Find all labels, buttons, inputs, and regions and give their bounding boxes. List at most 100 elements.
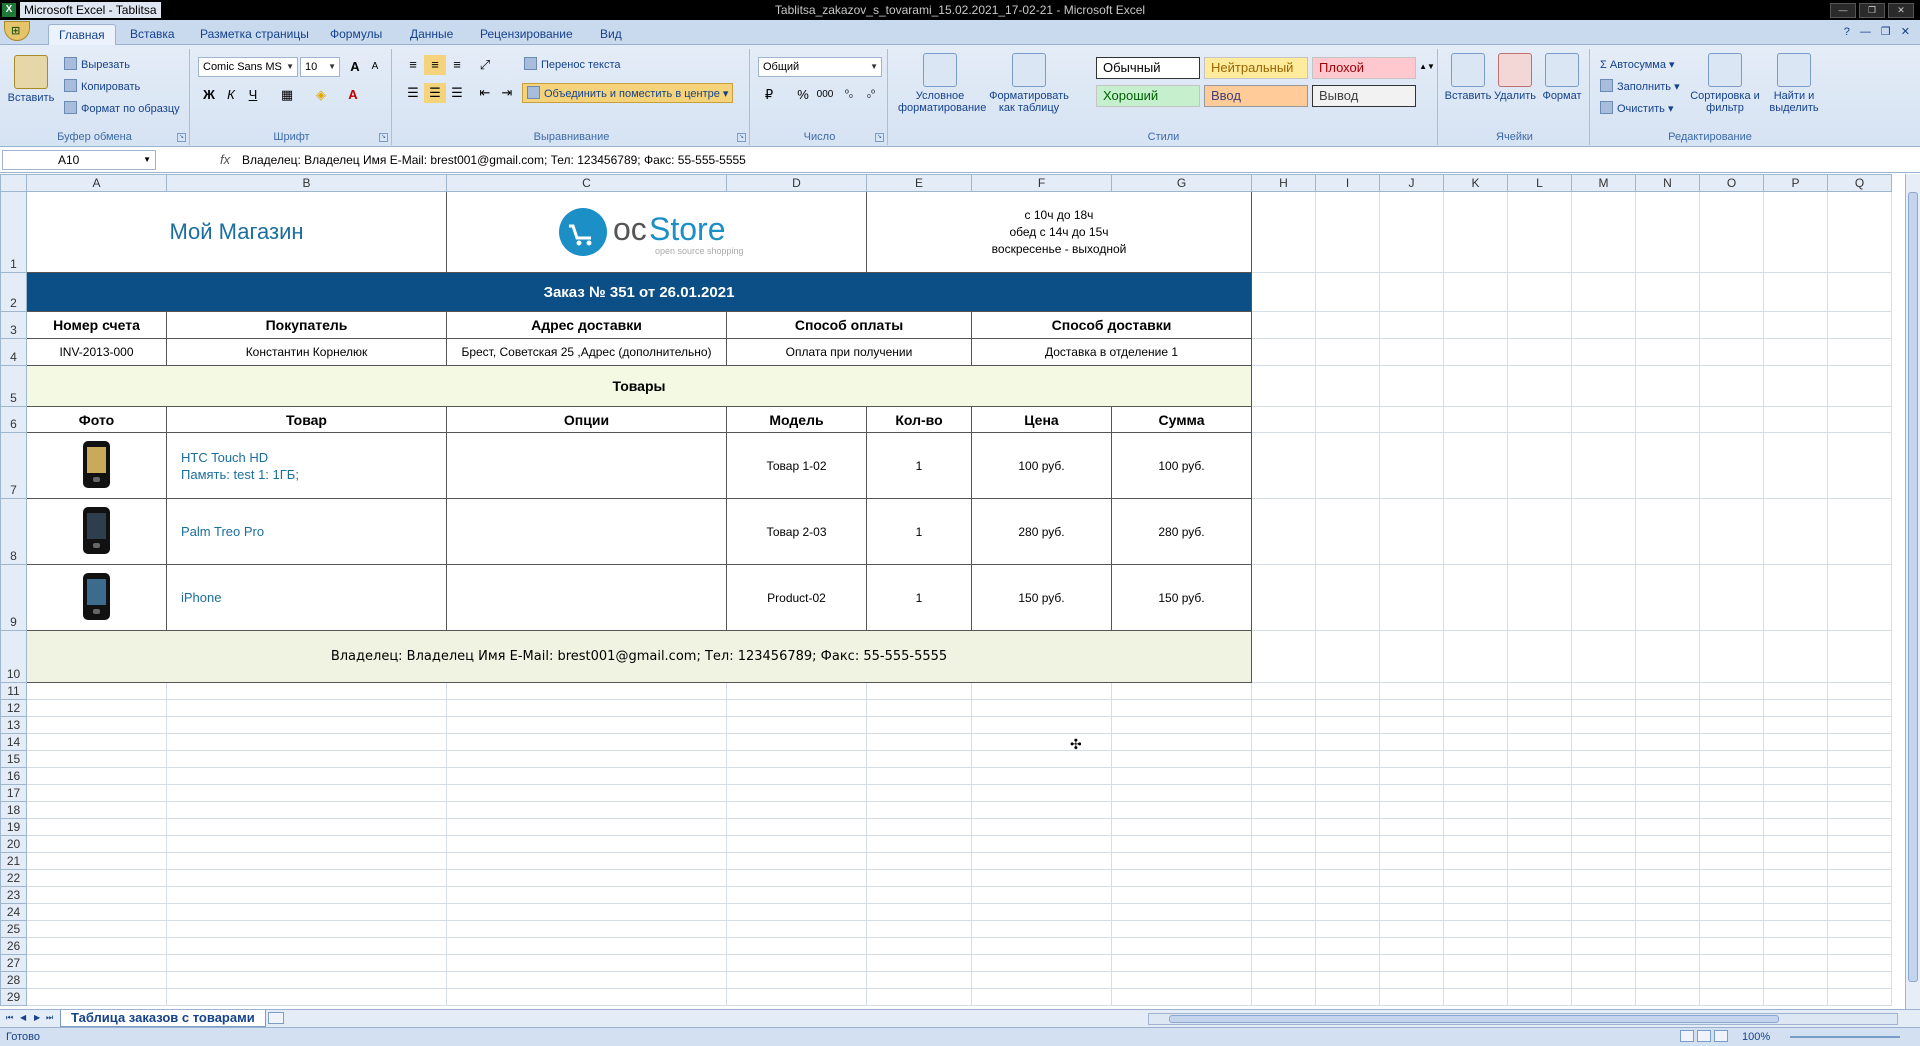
row-header[interactable]: 15 [0, 750, 27, 768]
align-right-icon[interactable]: ☰ [446, 83, 468, 103]
next-sheet-icon[interactable]: ▶ [34, 1013, 40, 1022]
style-normal[interactable]: Обычный [1096, 57, 1200, 79]
alignment-launcher-icon[interactable]: ↘ [737, 133, 746, 142]
row-header[interactable]: 8 [0, 498, 27, 565]
page-layout-view-icon[interactable] [1697, 1030, 1711, 1042]
column-header[interactable]: M [1571, 174, 1636, 192]
page-break-view-icon[interactable] [1714, 1030, 1728, 1042]
fill-color-icon[interactable]: ◈ [310, 85, 332, 105]
options-cell[interactable] [446, 432, 727, 499]
autosum-button[interactable]: Σ Автосумма ▾ [1600, 55, 1675, 75]
font-launcher-icon[interactable]: ↘ [379, 133, 388, 142]
borders-icon[interactable]: ▦ [276, 85, 298, 105]
column-header[interactable]: P [1763, 174, 1828, 192]
options-cell[interactable] [446, 498, 727, 565]
doc-close-icon[interactable]: ✕ [1901, 26, 1910, 38]
clear-button[interactable]: Очистить ▾ [1600, 99, 1673, 119]
clipboard-launcher-icon[interactable]: ↘ [177, 133, 186, 142]
shrink-font-button[interactable]: A [364, 57, 386, 77]
goods-header[interactable]: Цена [971, 406, 1112, 433]
product-total[interactable]: 280 руб. [1111, 498, 1252, 565]
insert-cells-button[interactable]: Вставить [1444, 53, 1492, 102]
row-header[interactable]: 20 [0, 835, 27, 853]
underline-button[interactable]: Ч [242, 85, 264, 105]
column-header[interactable]: C [446, 174, 727, 192]
font-color-icon[interactable]: A [342, 85, 364, 105]
goods-header[interactable]: Сумма [1111, 406, 1252, 433]
style-output[interactable]: Вывод [1312, 85, 1416, 107]
column-header[interactable]: H [1251, 174, 1316, 192]
number-launcher-icon[interactable]: ↘ [875, 133, 884, 142]
product-total[interactable]: 100 руб. [1111, 432, 1252, 499]
info-header[interactable]: Способ оплаты [726, 311, 972, 339]
cut-button[interactable]: Вырезать [64, 55, 130, 75]
align-bottom-icon[interactable]: ≡ [446, 55, 468, 75]
formula-input[interactable]: Владелец: Владелец Имя E-Mail: brest001@… [242, 150, 1902, 170]
column-header[interactable]: Q [1827, 174, 1892, 192]
currency-icon[interactable]: ₽ [758, 85, 780, 105]
row-header[interactable]: 18 [0, 801, 27, 819]
row-header[interactable]: 24 [0, 903, 27, 921]
column-header[interactable]: B [166, 174, 447, 192]
style-input[interactable]: Ввод [1204, 85, 1308, 107]
help-icon[interactable]: ? [1844, 26, 1850, 38]
font-name-select[interactable]: Comic Sans MS ▼ [198, 57, 298, 77]
row-header[interactable]: 29 [0, 988, 27, 1006]
last-sheet-icon[interactable]: ⏭ [46, 1013, 53, 1023]
row-header[interactable]: 10 [0, 630, 27, 683]
styles-scroll-icon[interactable]: ▲▼ [1416, 57, 1438, 77]
row-header[interactable]: 26 [0, 937, 27, 955]
row-header[interactable]: 28 [0, 971, 27, 989]
product-qty[interactable]: 1 [866, 432, 972, 499]
row-header[interactable]: 13 [0, 716, 27, 734]
increase-indent-icon[interactable]: ⇥ [496, 83, 518, 103]
order-title[interactable]: Заказ № 351 от 26.01.2021 [26, 272, 1252, 312]
insert-sheet-icon[interactable] [268, 1012, 284, 1024]
conditional-formatting-button[interactable]: Условное форматирование [898, 53, 986, 114]
style-bad[interactable]: Плохой [1312, 57, 1416, 79]
tab-data[interactable]: Данные [400, 24, 463, 45]
format-cells-button[interactable]: Формат [1538, 53, 1586, 102]
row-header[interactable]: 17 [0, 784, 27, 802]
name-box[interactable]: A10 ▼ [2, 150, 156, 170]
doc-minimize-icon[interactable]: — [1860, 26, 1871, 38]
decrease-decimal-icon[interactable]: ₀⁰ [860, 85, 882, 105]
paste-button[interactable]: Вставить [6, 55, 56, 104]
product-photo[interactable] [26, 432, 167, 499]
delivery-method[interactable]: Доставка в отделение 1 [971, 338, 1252, 366]
product-total[interactable]: 150 руб. [1111, 564, 1252, 631]
column-header[interactable]: K [1443, 174, 1508, 192]
column-header[interactable]: A [26, 174, 167, 192]
product-price[interactable]: 280 руб. [971, 498, 1112, 565]
row-header[interactable]: 4 [0, 338, 27, 366]
doc-restore-icon[interactable]: ❐ [1881, 26, 1891, 38]
cell-store-name[interactable]: Мой Магазин [26, 191, 447, 273]
row-header[interactable]: 21 [0, 852, 27, 870]
column-header[interactable]: O [1699, 174, 1764, 192]
info-header[interactable]: Покупатель [166, 311, 447, 339]
goods-header[interactable]: Товар [166, 406, 447, 433]
align-top-icon[interactable]: ≡ [402, 55, 424, 75]
tab-home[interactable]: Главная [48, 24, 116, 45]
grow-font-button[interactable]: A [344, 57, 366, 77]
product-qty[interactable]: 1 [866, 498, 972, 565]
payment-method[interactable]: Оплата при получении [726, 338, 972, 366]
align-middle-icon[interactable]: ≡ [424, 55, 446, 75]
column-header[interactable]: I [1315, 174, 1380, 192]
close-button[interactable]: ✕ [1888, 3, 1914, 18]
style-neutral[interactable]: Нейтральный [1204, 57, 1308, 79]
row-header[interactable]: 25 [0, 920, 27, 938]
product-qty[interactable]: 1 [866, 564, 972, 631]
orientation-icon[interactable]: ⤢ [474, 55, 496, 75]
owner-footer[interactable]: Владелец: Владелец Имя E-Mail: brest001@… [26, 630, 1252, 683]
info-header[interactable]: Способ доставки [971, 311, 1252, 339]
info-header[interactable]: Номер счета [26, 311, 167, 339]
row-header[interactable]: 9 [0, 564, 27, 631]
customer-name[interactable]: Константин Корнелюк [166, 338, 447, 366]
row-header[interactable]: 1 [0, 191, 27, 273]
function-icon[interactable]: fx [220, 152, 230, 167]
goods-header[interactable]: Фото [26, 406, 167, 433]
column-header[interactable]: F [971, 174, 1112, 192]
sheet-tab-active[interactable]: Таблица заказов с товарами [60, 1010, 266, 1027]
number-format-select[interactable]: Общий ▼ [758, 57, 882, 77]
